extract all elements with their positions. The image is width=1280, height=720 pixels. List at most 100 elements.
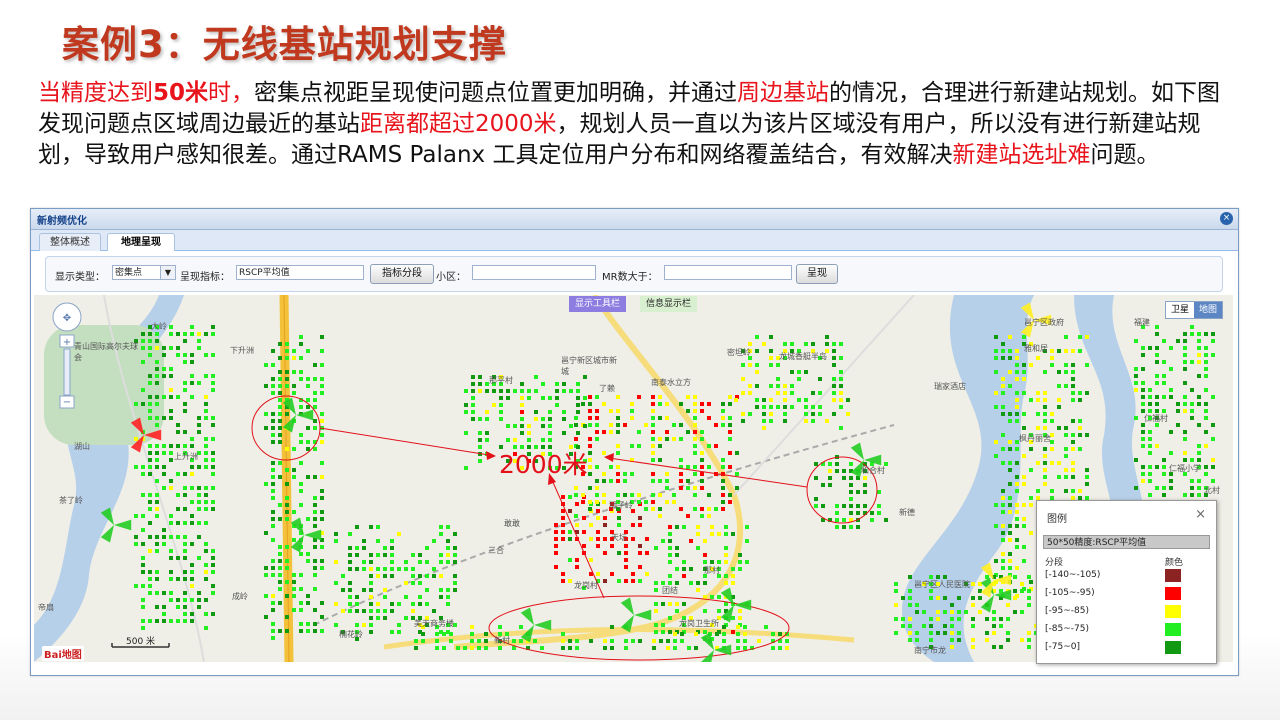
coverage-dot — [668, 532, 672, 536]
coverage-dot — [306, 384, 310, 388]
coverage-dot — [176, 605, 180, 609]
coverage-dot — [769, 363, 773, 367]
coverage-dot — [673, 632, 677, 636]
coverage-dot — [278, 580, 282, 584]
map-button[interactable]: 地图 — [1193, 302, 1222, 318]
coverage-dot — [313, 405, 317, 409]
coverage-dot — [915, 610, 919, 614]
coverage-dot — [971, 624, 975, 628]
coverage-dot — [162, 619, 166, 623]
coverage-dot — [1027, 603, 1031, 607]
coverage-dot — [1008, 447, 1012, 451]
coverage-dot — [162, 605, 166, 609]
chevron-down-icon[interactable]: ▼ — [160, 266, 175, 279]
coverage-dot — [169, 388, 173, 392]
coverage-dot — [661, 602, 665, 606]
coverage-dot — [811, 412, 815, 416]
coverage-dot — [561, 646, 565, 650]
tab-overview[interactable]: 整体概述 — [39, 233, 101, 251]
coverage-dot — [197, 493, 201, 497]
satellite-button[interactable]: 卫星 — [1165, 302, 1194, 318]
coverage-dot — [814, 462, 818, 466]
sector-wedge — [734, 599, 752, 611]
coverage-dot — [271, 384, 275, 388]
coverage-dot — [306, 440, 310, 444]
coverage-dot — [1078, 349, 1082, 353]
coverage-dot — [299, 335, 303, 339]
coverage-dot — [936, 610, 940, 614]
coverage-dot — [645, 572, 649, 576]
coverage-dot — [929, 596, 933, 600]
coverage-dot — [299, 629, 303, 633]
coverage-dot — [1029, 580, 1033, 584]
tab-geo-view[interactable]: 地理呈现 — [107, 233, 175, 251]
coverage-dot — [731, 532, 735, 536]
coverage-dot — [513, 424, 517, 428]
coverage-dot — [313, 629, 317, 633]
coverage-dot — [278, 629, 282, 633]
coverage-dot — [574, 514, 578, 518]
coverage-dot — [299, 461, 303, 465]
coverage-dot — [771, 632, 775, 636]
coverage-dot — [1183, 339, 1187, 343]
coverage-dot — [197, 521, 201, 525]
coverage-dot — [568, 579, 572, 583]
mr-count-input[interactable] — [664, 265, 792, 280]
coverage-dot — [299, 601, 303, 605]
indicator-input[interactable]: RSCP平均值 — [236, 265, 364, 280]
coverage-dot — [183, 493, 187, 497]
coverage-dot — [369, 630, 373, 634]
coverage-dot — [849, 525, 853, 529]
coverage-dot — [204, 563, 208, 567]
coverage-dot — [1006, 631, 1010, 635]
coverage-dot — [1183, 353, 1187, 357]
sector-wedge — [634, 609, 652, 621]
coverage-dot — [520, 396, 524, 400]
coverage-dot — [971, 596, 975, 600]
coverage-dot — [686, 430, 690, 434]
render-button[interactable]: 呈现 — [796, 264, 838, 284]
coverage-dot — [1183, 367, 1187, 371]
close-icon[interactable]: × — [1195, 507, 1206, 522]
coverage-dot — [682, 560, 686, 564]
coverage-dot — [589, 537, 593, 541]
coverage-dot — [1085, 391, 1089, 395]
coverage-dot — [453, 560, 457, 564]
coverage-dot — [665, 486, 669, 490]
coverage-dot — [1020, 589, 1024, 593]
coverage-dot — [1013, 575, 1017, 579]
coverage-dot — [292, 349, 296, 353]
coverage-dot — [971, 645, 975, 649]
info-tab[interactable]: 信息显示栏 — [640, 296, 698, 312]
coverage-dot — [1008, 566, 1012, 570]
coverage-dot — [623, 493, 627, 497]
coverage-dot — [839, 391, 843, 395]
coverage-dot — [1162, 360, 1166, 364]
coverage-dot — [278, 398, 282, 402]
coverage-dot — [313, 475, 317, 479]
toolbar-tab[interactable]: 显示工具栏 — [569, 296, 627, 312]
coverage-dot — [1085, 433, 1089, 437]
coverage-dot — [1211, 339, 1215, 343]
coverage-dot — [568, 639, 572, 643]
close-icon[interactable]: × — [1220, 212, 1233, 225]
coverage-dot — [943, 610, 947, 614]
coverage-dot — [411, 609, 415, 613]
coverage-dot — [498, 625, 502, 629]
coverage-dot — [271, 363, 275, 367]
coverage-dot — [555, 396, 559, 400]
segment-button[interactable]: 指标分段 — [370, 264, 434, 284]
coverage-dot — [278, 587, 282, 591]
coverage-dot — [176, 507, 180, 511]
coverage-dot — [397, 602, 401, 606]
coverage-dot — [134, 542, 138, 546]
coverage-dot — [724, 574, 728, 578]
coverage-dot — [554, 530, 558, 534]
coverage-dot — [846, 412, 850, 416]
cell-input[interactable] — [472, 265, 596, 280]
coverage-dot — [306, 447, 310, 451]
coverage-dot — [724, 560, 728, 564]
place-label: 了赖 — [599, 384, 615, 393]
display-type-select[interactable]: 密集点 ▼ — [112, 265, 176, 280]
coverage-dot — [999, 624, 1003, 628]
